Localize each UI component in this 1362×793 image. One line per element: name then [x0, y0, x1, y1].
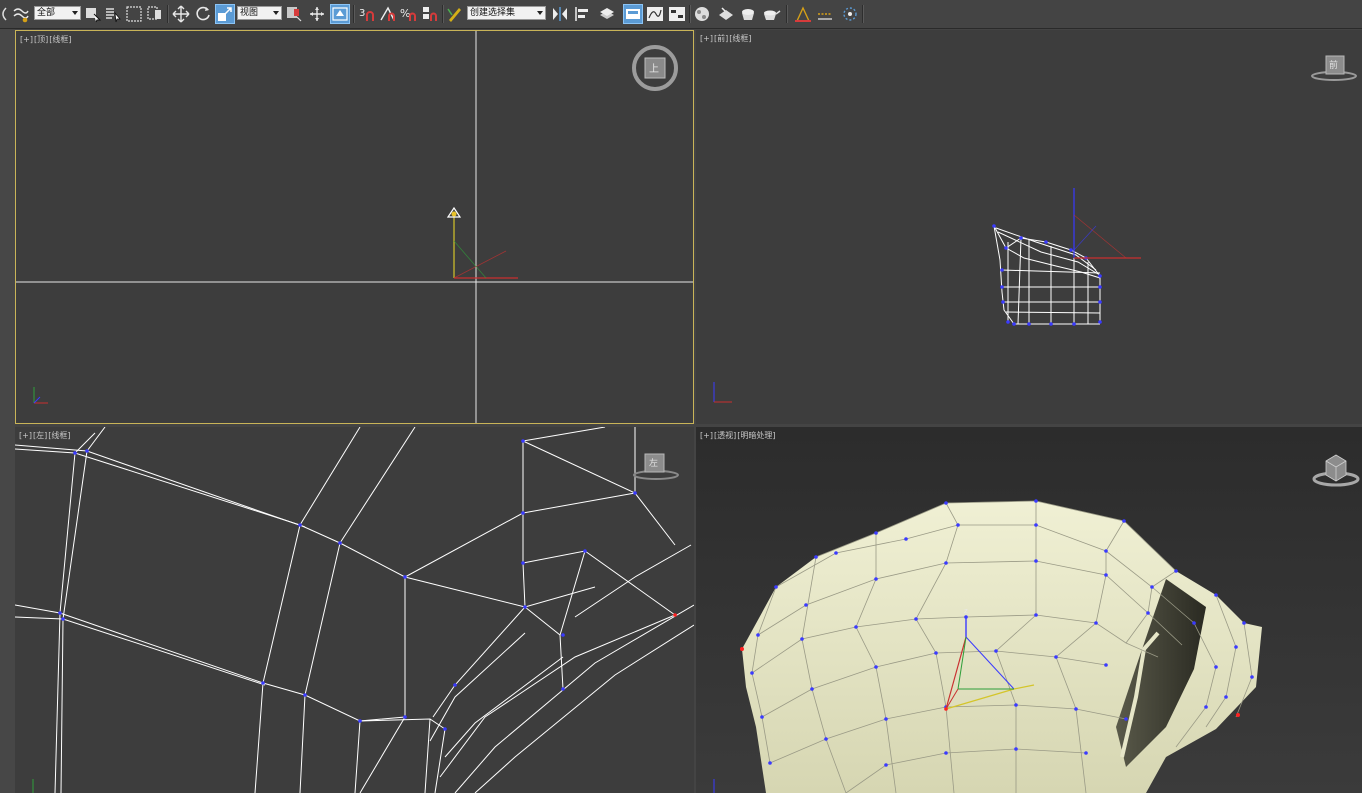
material-editor-icon[interactable] — [692, 4, 712, 24]
toolbar-separator — [167, 5, 169, 23]
viewport-menu-plus[interactable]: [+] — [20, 35, 33, 44]
select-object-icon[interactable] — [84, 4, 102, 24]
viewport-top[interactable]: 上 [+][顶][线框] — [15, 30, 694, 424]
viewport-shading-mode[interactable]: [线框] — [729, 34, 751, 43]
toolbar-separator — [442, 5, 444, 23]
snaps-toggle-icon[interactable]: 3 — [357, 4, 377, 24]
render-production-icon[interactable] — [760, 4, 782, 24]
viewport-front[interactable]: 前 [+][前][线框] — [696, 30, 1362, 424]
keyboard-shortcut-override-icon[interactable] — [330, 4, 350, 24]
viewport-label-top[interactable]: [+][顶][线框] — [20, 34, 72, 45]
viewcube-face-label: 左 — [649, 459, 659, 469]
command-panel-edge — [0, 29, 15, 793]
viewport-menu-plus[interactable]: [+] — [19, 431, 32, 440]
percent-snap-icon[interactable]: % — [399, 4, 419, 24]
reference-coordinate-dropdown[interactable]: 视图 — [237, 6, 282, 20]
svg-text:%: % — [400, 7, 410, 20]
render-setup-icon[interactable] — [716, 4, 736, 24]
viewport-left[interactable]: 左 [+][左][线框] — [15, 427, 694, 793]
viewport-menu-plus[interactable]: [+] — [700, 431, 713, 440]
viewport-point-of-view[interactable]: [透视] — [714, 431, 736, 440]
rotate-icon[interactable] — [193, 4, 213, 24]
top-view-scene — [16, 31, 693, 423]
toolbar-separator — [862, 5, 864, 23]
align-icon[interactable] — [572, 4, 592, 24]
viewport-point-of-view[interactable]: [顶] — [34, 35, 48, 44]
rectangular-selection-icon[interactable] — [125, 4, 143, 24]
viewport-perspective[interactable]: z [+][透视][明暗处理] — [696, 427, 1362, 793]
move-icon[interactable] — [171, 4, 191, 24]
viewcube-top[interactable]: 上 — [632, 45, 678, 91]
measure-distance-icon[interactable] — [815, 4, 835, 24]
pivot-center-icon[interactable] — [284, 4, 304, 24]
scale-icon[interactable] — [215, 4, 235, 24]
curve-editor-icon[interactable] — [645, 4, 665, 24]
viewport-shading-mode[interactable]: [明暗处理] — [737, 431, 775, 440]
toggle-ribbon-icon[interactable] — [623, 4, 643, 24]
layer-explorer-icon[interactable] — [597, 4, 617, 24]
edit-named-selection-icon[interactable] — [445, 4, 465, 24]
svg-text:3: 3 — [359, 8, 365, 19]
select-by-name-icon[interactable] — [104, 4, 122, 24]
link-icon[interactable] — [0, 4, 8, 24]
bind-space-warp-icon[interactable] — [11, 4, 31, 24]
viewcube-perspective[interactable] — [1312, 449, 1360, 489]
viewport-label-perspective[interactable]: [+][透视][明暗处理] — [700, 430, 776, 441]
viewport-point-of-view[interactable]: [左] — [33, 431, 47, 440]
viewcube-face-label: 上 — [649, 64, 659, 75]
toolbar-separator — [353, 5, 355, 23]
toolbar-separator — [689, 5, 691, 23]
selection-filter-dropdown[interactable]: 全部 — [34, 6, 81, 20]
viewport-shading-mode[interactable]: [线框] — [49, 35, 71, 44]
front-view-scene — [713, 188, 1141, 403]
select-and-manipulate-icon[interactable] — [307, 4, 327, 24]
left-view-scene — [15, 427, 694, 793]
named-selection-set-dropdown[interactable]: 创建选择集 — [467, 6, 546, 20]
angle-snap-icon[interactable] — [378, 4, 398, 24]
perspective-view-scene — [713, 499, 1262, 793]
main-toolbar: 全部 视图 3 % 创建选择集 — [0, 0, 1362, 29]
mirror-icon[interactable] — [550, 4, 570, 24]
viewport-label-front[interactable]: [+][前][线框] — [700, 33, 752, 44]
rendered-frame-window-icon[interactable] — [738, 4, 758, 24]
toolbar-separator — [786, 5, 788, 23]
viewport-label-left[interactable]: [+][左][线框] — [19, 430, 71, 441]
viewport-menu-plus[interactable]: [+] — [700, 34, 713, 43]
scene-states-icon[interactable] — [840, 4, 860, 24]
civil-view-icon[interactable] — [792, 4, 814, 24]
viewcube-face-label: 前 — [1329, 61, 1339, 71]
window-crossing-icon[interactable] — [146, 4, 164, 24]
schematic-view-icon[interactable] — [667, 4, 687, 24]
viewcube-left[interactable]: 左 — [631, 451, 681, 481]
viewcube-front[interactable]: 前 — [1310, 54, 1358, 82]
viewport-point-of-view[interactable]: [前] — [714, 34, 728, 43]
spinner-snap-icon[interactable] — [420, 4, 440, 24]
viewport-shading-mode[interactable]: [线框] — [48, 431, 70, 440]
gizmo-z-axis-label: z — [964, 607, 968, 615]
